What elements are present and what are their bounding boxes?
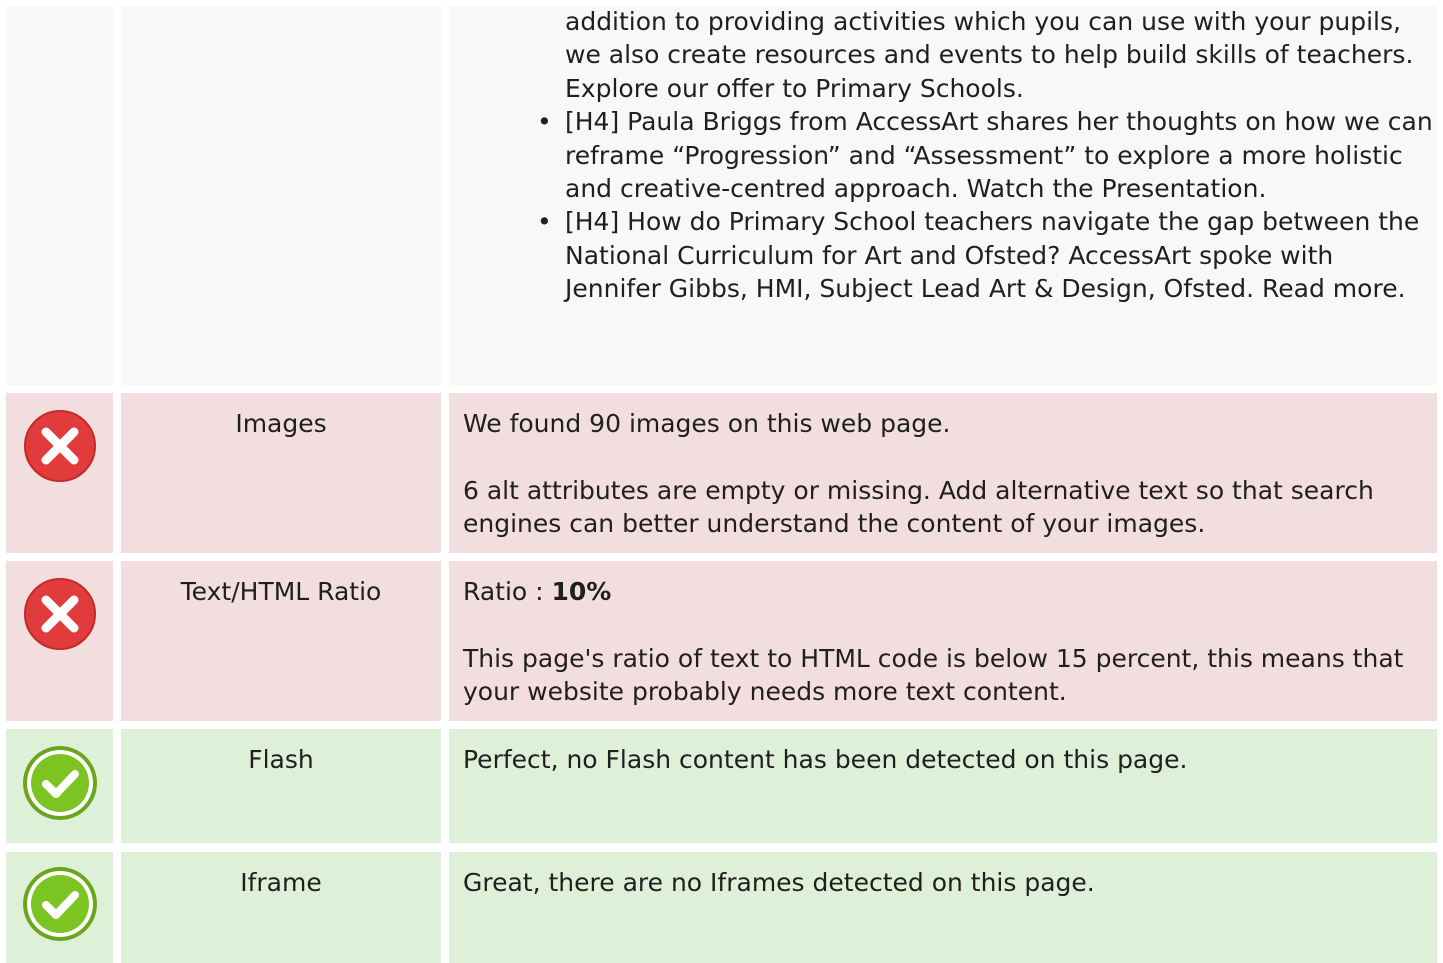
report-row-images: Images We found 90 images on this web pa… bbox=[0, 393, 1443, 553]
error-x-icon bbox=[24, 578, 96, 650]
description-cell: addition to providing activities which y… bbox=[449, 6, 1437, 385]
error-x-icon bbox=[24, 410, 96, 482]
check-icon bbox=[23, 867, 97, 941]
description-line: 6 alt attributes are empty or missing. A… bbox=[463, 475, 1374, 539]
description-cell: We found 90 images on this web page. 6 a… bbox=[449, 393, 1437, 553]
check-description: Perfect, no Flash content has been detec… bbox=[449, 729, 1437, 777]
status-cell bbox=[6, 852, 113, 963]
description-line: This page's ratio of text to HTML code i… bbox=[463, 643, 1404, 707]
description-cell: Great, there are no Iframes detected on … bbox=[449, 852, 1437, 963]
list-item: addition to providing activities which y… bbox=[565, 7, 1414, 103]
check-description: Great, there are no Iframes detected on … bbox=[449, 852, 1437, 900]
description-line: Great, there are no Iframes detected on … bbox=[463, 868, 1095, 897]
report-row-headings: addition to providing activities which y… bbox=[0, 6, 1443, 385]
check-name-cell: Text/HTML Ratio bbox=[121, 561, 441, 721]
description-line: We found 90 images on this web page. bbox=[463, 409, 951, 438]
check-icon bbox=[23, 746, 97, 820]
check-name-cell bbox=[121, 6, 441, 385]
list-item: [H4] How do Primary School teachers navi… bbox=[537, 205, 1437, 305]
check-name: Images bbox=[235, 409, 327, 438]
description-line: Perfect, no Flash content has been detec… bbox=[463, 745, 1188, 774]
check-description: Ratio : 10% This page's ratio of text to… bbox=[449, 561, 1437, 709]
check-name: Text/HTML Ratio bbox=[180, 577, 382, 606]
report-row-flash: Flash Perfect, no Flash content has been… bbox=[0, 729, 1443, 843]
check-name-cell: Images bbox=[121, 393, 441, 553]
check-name-cell: Flash bbox=[121, 729, 441, 843]
check-name-cell: Iframe bbox=[121, 852, 441, 963]
status-cell bbox=[6, 6, 113, 385]
check-description: We found 90 images on this web page. 6 a… bbox=[449, 393, 1437, 541]
report-row-iframe: Iframe Great, there are no Iframes detec… bbox=[0, 852, 1443, 963]
list-item: [H4] Paula Briggs from AccessArt shares … bbox=[537, 105, 1437, 205]
status-cell bbox=[6, 729, 113, 843]
status-cell bbox=[6, 561, 113, 721]
check-name: Iframe bbox=[240, 868, 322, 897]
description-cell: Perfect, no Flash content has been detec… bbox=[449, 729, 1437, 843]
ratio-prefix: Ratio : bbox=[463, 577, 552, 606]
ratio-line: Ratio : 10% bbox=[463, 575, 1423, 609]
report-row-text-html-ratio: Text/HTML Ratio Ratio : 10% This page's … bbox=[0, 561, 1443, 721]
headings-list: addition to providing activities which y… bbox=[449, 5, 1437, 306]
status-cell bbox=[6, 393, 113, 553]
ratio-value: 10% bbox=[551, 577, 612, 606]
description-cell: Ratio : 10% This page's ratio of text to… bbox=[449, 561, 1437, 721]
check-name: Flash bbox=[248, 745, 314, 774]
